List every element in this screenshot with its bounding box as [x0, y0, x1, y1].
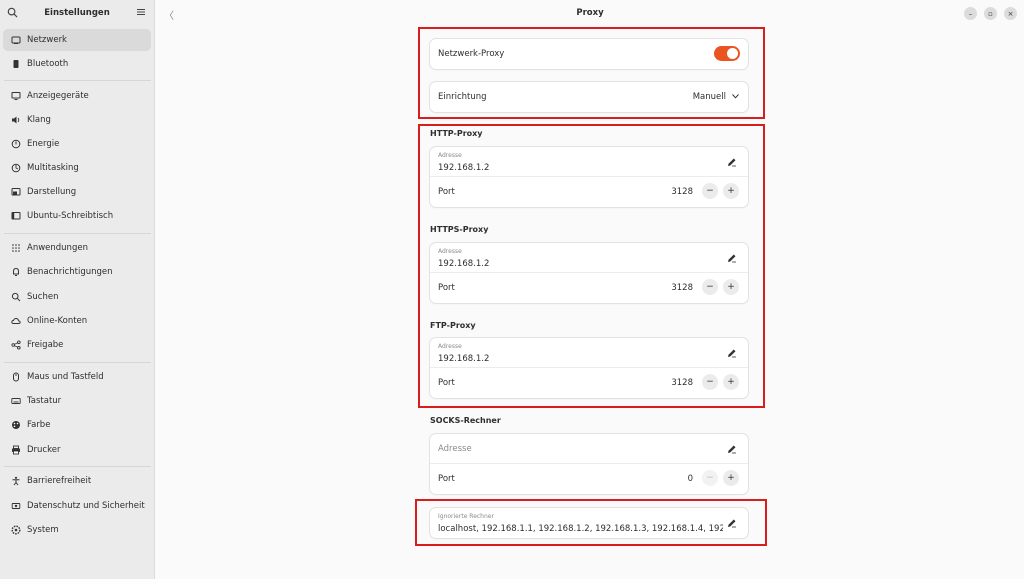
sidebar-item-bluetooth[interactable]: Bluetooth: [3, 53, 151, 75]
divider: [4, 80, 151, 81]
sidebar-item-label: Maus und Tastfeld: [27, 372, 104, 382]
sidebar-item-label: System: [27, 525, 59, 535]
accessibility-icon: [11, 476, 21, 486]
sidebar-item-label: Benachrichtigungen: [27, 267, 113, 277]
power-icon: [11, 139, 21, 149]
network-icon: [11, 35, 21, 45]
apps-icon: [11, 243, 21, 253]
sidebar-item-label: Anwendungen: [27, 243, 88, 253]
sidebar-item-maus-und-tastfeld[interactable]: Maus und Tastfeld: [3, 366, 151, 388]
socks-heading: SOCKS-Rechner: [430, 416, 501, 425]
sidebar: Einstellungen Netzwerk Bluetooth Anzeige…: [0, 0, 155, 579]
sidebar-header: Einstellungen: [0, 0, 154, 26]
bluetooth-icon: [11, 59, 21, 69]
sidebar-item-label: Farbe: [27, 420, 51, 430]
sidebar-item-tastatur[interactable]: Tastatur: [3, 390, 151, 412]
socks-address-placeholder: Adresse: [438, 444, 472, 454]
sidebar-item-label: Drucker: [27, 445, 61, 455]
minimize-button[interactable]: –: [964, 7, 977, 20]
decrement-button: −: [702, 470, 718, 486]
sidebar-item-label: Online-Konten: [27, 316, 88, 326]
sidebar-item-label: Anzeigegeräte: [27, 91, 89, 101]
sidebar-item-label: Netzwerk: [27, 35, 67, 45]
sidebar-item-suchen[interactable]: Suchen: [3, 286, 151, 308]
increment-button[interactable]: +: [723, 470, 739, 486]
socks-port-row: Port 0 − +: [430, 464, 748, 494]
bell-icon: [11, 267, 21, 277]
sidebar-item-klang[interactable]: Klang: [3, 109, 151, 131]
sidebar-item-multitasking[interactable]: Multitasking: [3, 157, 151, 179]
sidebar-item-darstellung[interactable]: Darstellung: [3, 181, 151, 203]
multitasking-icon: [11, 163, 21, 173]
sidebar-item-label: Tastatur: [27, 396, 62, 406]
appearance-icon: [11, 187, 21, 197]
desktop-icon: [11, 211, 21, 221]
sidebar-item-drucker[interactable]: Drucker: [3, 439, 151, 461]
sidebar-item-freigabe[interactable]: Freigabe: [3, 334, 151, 356]
sidebar-item-label: Klang: [27, 115, 51, 125]
mouse-icon: [11, 372, 21, 382]
divider: [4, 466, 151, 467]
sidebar-item-label: Energie: [27, 139, 60, 149]
sidebar-item-farbe[interactable]: Farbe: [3, 414, 151, 436]
search-icon: [11, 292, 21, 302]
port-label: Port: [438, 474, 455, 484]
sidebar-item-system[interactable]: System: [3, 519, 151, 541]
printer-icon: [11, 445, 21, 455]
keyboard-icon: [11, 396, 21, 406]
display-icon: [11, 91, 21, 101]
socks-card: Adresse Port 0 − +: [430, 434, 748, 494]
close-button[interactable]: ×: [1004, 7, 1017, 20]
system-icon: [11, 525, 21, 535]
share-icon: [11, 340, 21, 350]
sound-icon: [11, 115, 21, 125]
cloud-icon: [11, 316, 21, 326]
sidebar-item-energie[interactable]: Energie: [3, 133, 151, 155]
page-title: Proxy: [576, 8, 604, 18]
sidebar-item-online-konten[interactable]: Online-Konten: [3, 310, 151, 332]
menu-icon[interactable]: [136, 7, 146, 17]
sidebar-title: Einstellungen: [44, 8, 110, 18]
sidebar-item-barrierefreiheit[interactable]: Barrierefreiheit: [3, 470, 151, 492]
divider: [4, 362, 151, 363]
sidebar-item-label: Ubuntu-Schreibtisch: [27, 211, 114, 221]
sidebar-item-label: Suchen: [27, 292, 59, 302]
edit-icon[interactable]: [727, 444, 737, 454]
sidebar-item-label: Freigabe: [27, 340, 64, 350]
sidebar-item-benachrichtigungen[interactable]: Benachrichtigungen: [3, 261, 151, 283]
socks-address-row[interactable]: Adresse: [430, 434, 748, 464]
sidebar-item-label: Darstellung: [27, 187, 77, 197]
sidebar-item-anwendungen[interactable]: Anwendungen: [3, 237, 151, 259]
sidebar-item-label: Datenschutz und Sicherheit: [27, 501, 145, 511]
socks-port-value[interactable]: 0: [688, 474, 693, 484]
highlight-box: [418, 124, 765, 408]
sidebar-item-label: Barrierefreiheit: [27, 476, 92, 486]
maximize-button[interactable]: ▫: [984, 7, 997, 20]
sidebar-item-netzwerk[interactable]: Netzwerk: [3, 29, 151, 51]
sidebar-item-anzeigegeraete[interactable]: Anzeigegeräte: [3, 85, 151, 107]
sidebar-item-datenschutz[interactable]: Datenschutz und Sicherheit: [3, 495, 151, 517]
divider: [4, 233, 151, 234]
highlight-box: [415, 499, 767, 546]
privacy-icon: [11, 501, 21, 511]
color-icon: [11, 420, 21, 430]
sidebar-item-ubuntu-schreibtisch[interactable]: Ubuntu-Schreibtisch: [3, 205, 151, 227]
sidebar-item-label: Bluetooth: [27, 59, 69, 69]
sidebar-item-label: Multitasking: [27, 163, 79, 173]
highlight-box: [418, 27, 765, 119]
